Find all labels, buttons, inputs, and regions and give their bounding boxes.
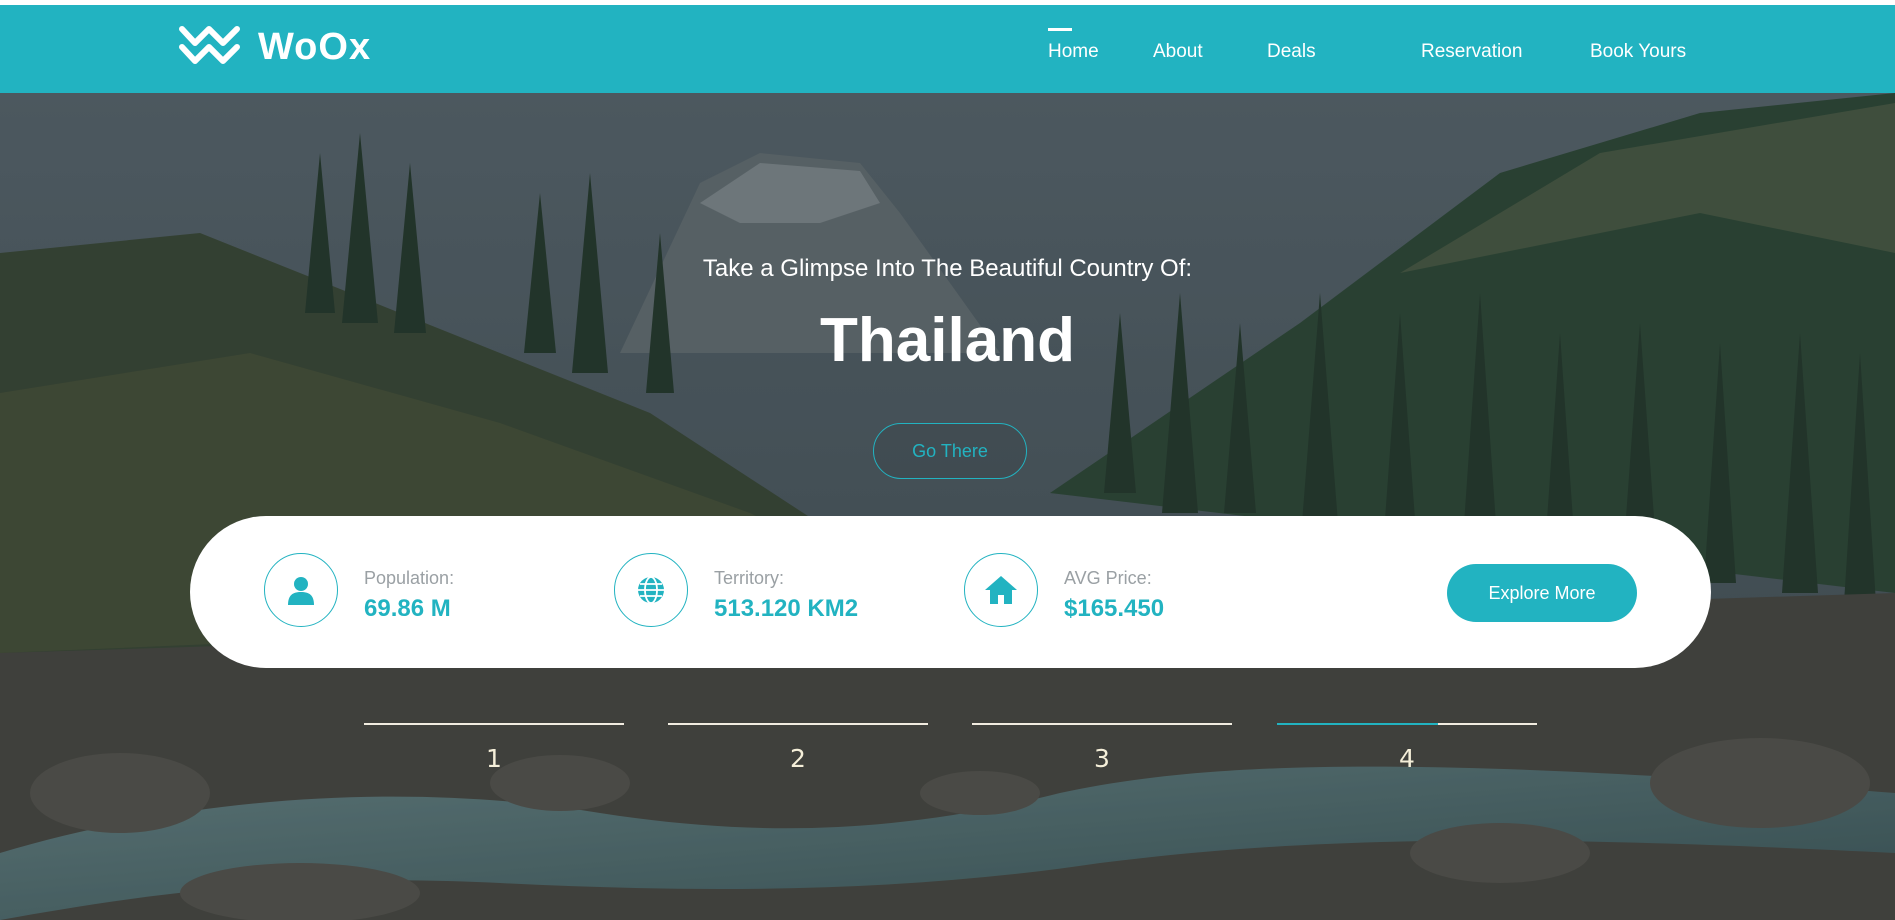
nav-item-about[interactable]: About [1153, 37, 1203, 67]
hero-subtitle: Take a Glimpse Into The Beautiful Countr… [702, 255, 1193, 282]
hero-section: Take a Glimpse Into The Beautiful Countr… [0, 93, 1895, 920]
indicator-number: 3 [1094, 744, 1110, 773]
nav-item-reservation[interactable]: Reservation [1421, 37, 1522, 67]
explore-more-button[interactable]: Explore More [1447, 564, 1637, 622]
hero-title: Thailand [820, 306, 1075, 375]
avg-price-icon-circle [964, 553, 1038, 627]
user-icon [288, 577, 314, 605]
avg-price-label: AVG Price: [1064, 568, 1152, 588]
slide-indicator-2[interactable]: 2 [668, 723, 928, 773]
indicator-progress [1277, 723, 1439, 725]
territory-icon-circle [614, 553, 688, 627]
indicator-number: 1 [486, 744, 502, 773]
indicator-bar [668, 723, 928, 725]
logo[interactable]: WoOx [176, 21, 371, 73]
slide-indicator-3[interactable]: 3 [972, 723, 1232, 773]
site-header: WoOx Home About Deals Reservation Book Y… [0, 5, 1895, 93]
indicator-number: 2 [790, 744, 806, 773]
slide-indicator-1[interactable]: 1 [364, 723, 624, 773]
territory-label: Territory: [714, 568, 785, 588]
population-icon-circle [264, 553, 338, 627]
indicator-number: 4 [1399, 744, 1415, 773]
hero-overlay [0, 93, 1895, 920]
woox-logo-icon [179, 26, 240, 64]
logo-text: WoOx [258, 25, 372, 68]
nav-item-home[interactable]: Home [1048, 28, 1099, 67]
population-value: 69.86 M [364, 595, 451, 622]
avg-price-value: $165.450 [1064, 595, 1165, 622]
slide-indicator-4[interactable]: 4 [1277, 723, 1537, 773]
home-icon [985, 576, 1017, 604]
territory-value: 513.120 KM2 [714, 595, 859, 622]
indicator-bar [364, 723, 624, 725]
nav-item-book-yours[interactable]: Book Yours [1590, 37, 1686, 67]
country-info-card: Population: 69.86 M Territory: 513.120 K… [190, 516, 1711, 668]
globe-icon [638, 576, 664, 604]
go-there-button[interactable]: Go There [873, 423, 1027, 479]
nav-item-deals[interactable]: Deals [1267, 37, 1316, 67]
population-label: Population: [364, 568, 455, 588]
indicator-bar [972, 723, 1232, 725]
